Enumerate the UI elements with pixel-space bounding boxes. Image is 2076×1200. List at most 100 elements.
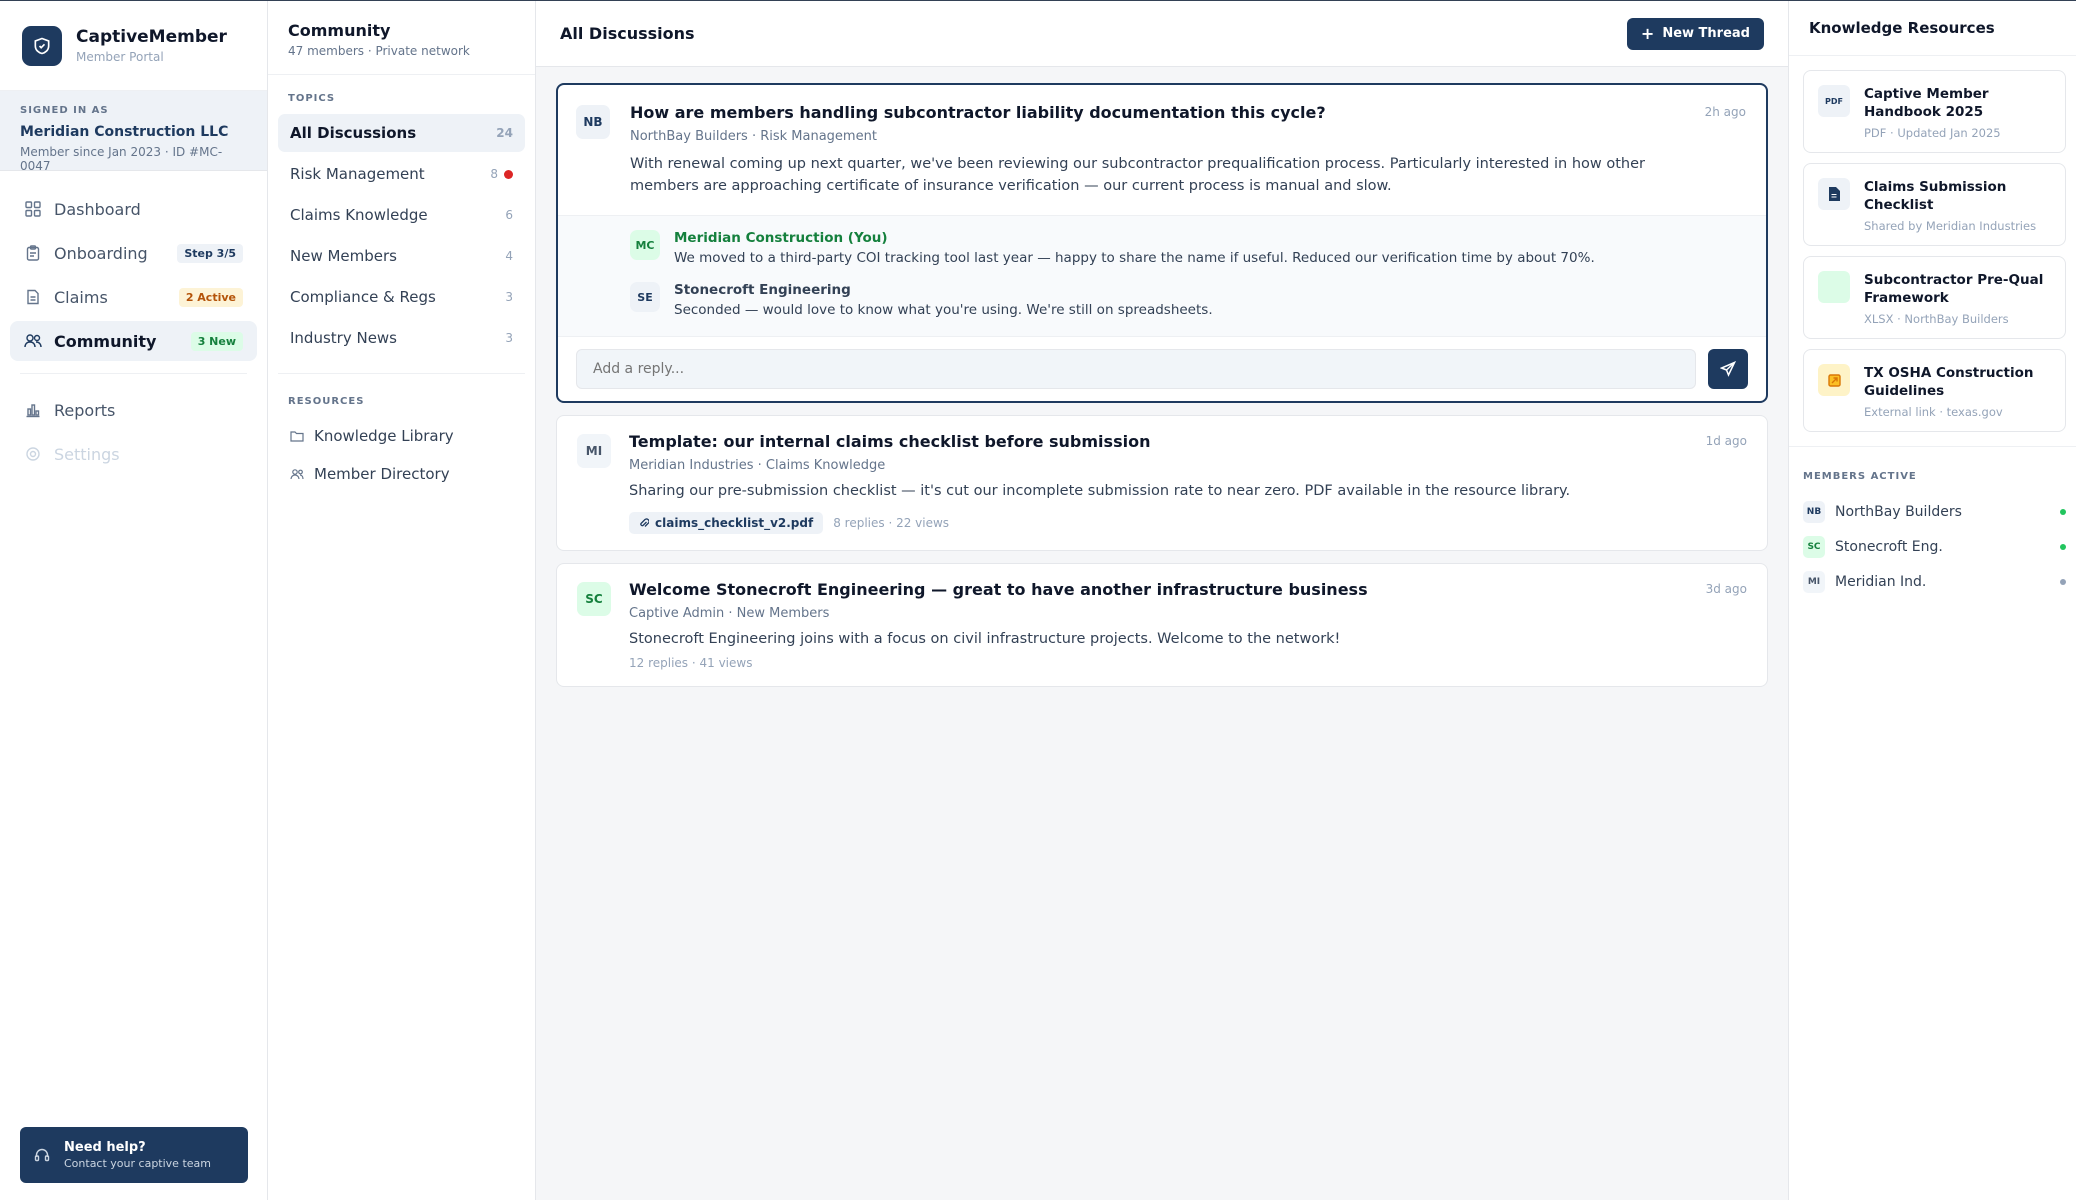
- resource-member-directory[interactable]: Member Directory: [268, 455, 535, 493]
- thread-card-selected[interactable]: NB How are members handling subcontracto…: [556, 83, 1768, 403]
- page-title: All Discussions: [560, 24, 695, 43]
- resource-name: TX OSHA Construction Guidelines: [1864, 365, 2034, 399]
- thread-card[interactable]: MI Template: our internal claims checkli…: [556, 415, 1768, 551]
- resource-meta: PDF · Updated Jan 2025: [1864, 126, 2001, 140]
- thread-stats: 12 replies · 41 views: [629, 656, 753, 670]
- knowledge-title: Knowledge Resources: [1789, 1, 2076, 56]
- topic-label: Compliance & Regs: [290, 288, 436, 306]
- topic-new-members[interactable]: New Members 4: [278, 237, 525, 275]
- online-status-dot: [2060, 543, 2066, 550]
- help-subtitle: Contact your captive team: [64, 1157, 211, 1170]
- topic-label: Risk Management: [290, 165, 425, 183]
- nav-item-community[interactable]: Community 3 New: [10, 321, 257, 361]
- gear-icon: [24, 445, 42, 463]
- users-icon: [290, 468, 306, 480]
- thread-stats: 8 replies · 22 views: [833, 516, 950, 530]
- send-reply-button[interactable]: [1708, 349, 1748, 389]
- thread-title[interactable]: How are members handling subcontractor l…: [630, 103, 1326, 122]
- shield-logo-icon: [22, 25, 62, 66]
- topic-count: 3: [505, 331, 513, 345]
- resource-meta: Shared by Meridian Industries: [1864, 219, 2037, 233]
- member-org-name: Meridian Construction LLC: [20, 124, 229, 140]
- topic-all-discussions[interactable]: All Discussions 24: [278, 114, 525, 152]
- away-status-dot: [2060, 578, 2066, 585]
- nav-label: Onboarding: [54, 243, 148, 263]
- brand-header: CaptiveMember Member Portal: [0, 1, 267, 91]
- new-thread-label: New Thread: [1662, 26, 1750, 41]
- thread-title[interactable]: Welcome Stonecroft Engineering — great t…: [629, 580, 1368, 599]
- thread-time: 1d ago: [1705, 434, 1747, 448]
- signed-in-panel: SIGNED IN AS Meridian Construction LLC M…: [0, 91, 267, 173]
- reply-list: MC Meridian Construction (You) We moved …: [558, 215, 1766, 337]
- nav-label: Dashboard: [54, 199, 141, 219]
- file-icon: [1818, 178, 1850, 210]
- avatar: MI: [1803, 570, 1825, 593]
- avatar: SE: [630, 282, 660, 312]
- members-active-label: MEMBERS ACTIVE: [1789, 446, 2076, 494]
- topic-compliance-regs[interactable]: Compliance & Regs 3: [278, 278, 525, 316]
- nav-label: Settings: [54, 444, 120, 464]
- nav-item-reports[interactable]: Reports: [10, 390, 257, 430]
- new-thread-button[interactable]: + New Thread: [1626, 17, 1764, 50]
- onboarding-step-badge: Step 3/5: [177, 243, 243, 263]
- folder-icon: [290, 430, 306, 442]
- nav-divider: [20, 373, 247, 374]
- attachment-chip[interactable]: claims_checklist_v2.pdf: [629, 512, 824, 534]
- document-icon: [24, 288, 42, 306]
- nav-item-onboarding[interactable]: Onboarding Step 3/5: [10, 233, 257, 273]
- resource-name: Claims Submission Checklist: [1864, 179, 2007, 213]
- community-header: Community 47 members · Private network: [268, 1, 535, 75]
- active-member-item[interactable]: NB NorthBay Builders: [1789, 494, 2076, 529]
- member-meta: Member since Jan 2023 · ID #MC-0047: [20, 145, 223, 173]
- resource-card[interactable]: Subcontractor Pre-Qual Framework XLSX · …: [1803, 256, 2066, 339]
- thread-title[interactable]: Template: our internal claims checklist …: [629, 432, 1150, 451]
- resource-name: Subcontractor Pre-Qual Framework: [1864, 272, 2044, 306]
- topic-risk-management[interactable]: Risk Management 8: [278, 155, 525, 193]
- discussions-main: All Discussions + New Thread NB How are m…: [536, 1, 1788, 1200]
- avatar: SC: [577, 582, 611, 616]
- online-status-dot: [2060, 508, 2066, 515]
- thread-card[interactable]: SC Welcome Stonecroft Engineering — grea…: [556, 563, 1768, 687]
- member-name: Meridian Ind.: [1835, 573, 1927, 590]
- topic-industry-news[interactable]: Industry News 3: [278, 319, 525, 357]
- pdf-icon-text: PDF: [1825, 96, 1843, 106]
- nav-item-claims[interactable]: Claims 2 Active: [10, 277, 257, 317]
- nav-label: Claims: [54, 287, 108, 307]
- topic-count: 6: [505, 208, 513, 222]
- resource-knowledge-library[interactable]: Knowledge Library: [268, 417, 535, 455]
- brand-subtitle: Member Portal: [76, 50, 164, 64]
- member-name: Stonecroft Eng.: [1835, 538, 1943, 555]
- avatar: NB: [576, 105, 610, 139]
- topic-claims-knowledge[interactable]: Claims Knowledge 6: [278, 196, 525, 234]
- avatar: MC: [630, 230, 660, 260]
- resource-card[interactable]: PDF Captive Member Handbook 2025 PDF · U…: [1803, 70, 2066, 153]
- brand-name: CaptiveMember: [76, 27, 227, 47]
- resource-meta: XLSX · NorthBay Builders: [1864, 312, 2009, 326]
- reply-input[interactable]: [576, 349, 1696, 389]
- nav-item-settings[interactable]: Settings: [10, 434, 257, 474]
- main-header: All Discussions + New Thread: [536, 1, 1788, 67]
- nav-item-dashboard[interactable]: Dashboard: [10, 189, 257, 229]
- grid-icon: [24, 200, 42, 218]
- claims-active-badge: 2 Active: [178, 287, 243, 307]
- pdf-icon: PDF: [1818, 85, 1850, 117]
- thread-time: 3d ago: [1705, 582, 1747, 596]
- community-subtitle: 47 members · Private network: [288, 44, 470, 58]
- headset-icon: [34, 1147, 50, 1163]
- resource-card[interactable]: Claims Submission Checklist Shared by Me…: [1803, 163, 2066, 246]
- resource-card[interactable]: TX OSHA Construction Guidelines External…: [1803, 349, 2066, 432]
- resources-section-label: RESOURCES: [288, 396, 365, 407]
- active-member-item[interactable]: SC Stonecroft Eng.: [1789, 529, 2076, 564]
- send-icon: [1720, 361, 1736, 377]
- thread-time: 2h ago: [1704, 105, 1746, 119]
- nav-label: Reports: [54, 400, 116, 420]
- spreadsheet-icon: [1818, 271, 1850, 303]
- bar-chart-icon: [24, 401, 42, 419]
- resource-label: Member Directory: [314, 465, 450, 483]
- thread-body: With renewal coming up next quarter, we'…: [630, 156, 1645, 194]
- reply-author: Stonecroft Engineering: [674, 282, 851, 298]
- nav-label: Community: [54, 331, 157, 351]
- thread-meta: Meridian Industries · Claims Knowledge: [629, 458, 886, 473]
- need-help-button[interactable]: Need help? Contact your captive team: [20, 1127, 248, 1183]
- active-member-item[interactable]: MI Meridian Ind.: [1789, 564, 2076, 599]
